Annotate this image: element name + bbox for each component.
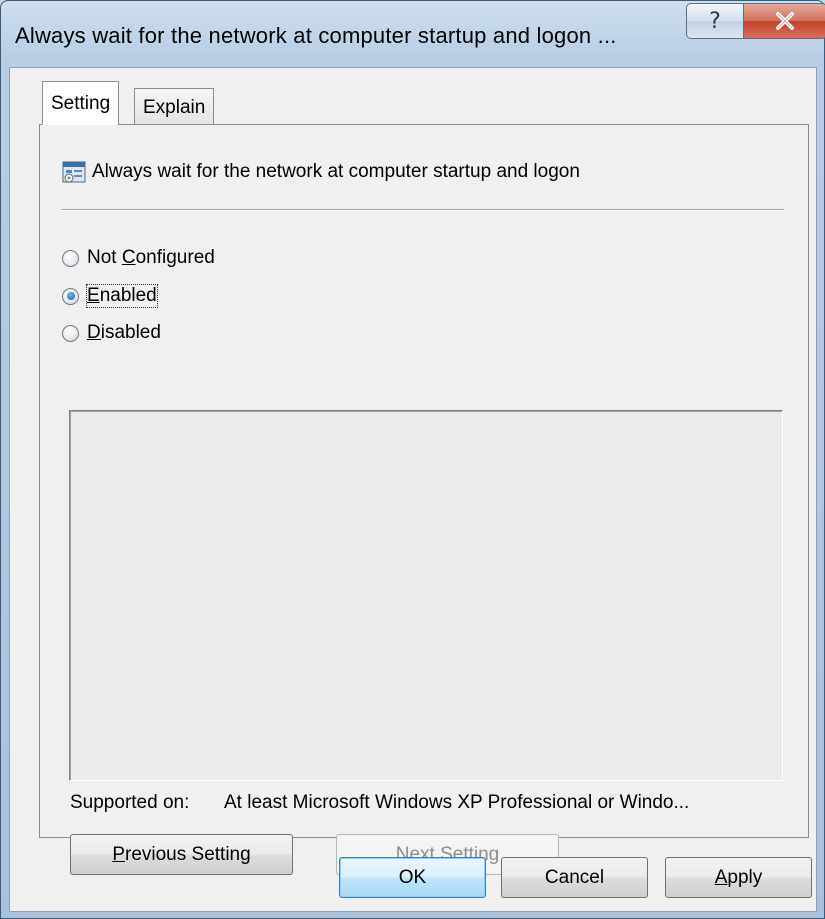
radio-disabled[interactable]: Disabled	[62, 322, 161, 344]
tab-explain-label: Explain	[143, 96, 206, 118]
supported-on-label: Supported on:	[70, 792, 190, 813]
tab-setting[interactable]: Setting	[42, 81, 120, 125]
supported-on-value: At least Microsoft Windows XP Profession…	[224, 792, 690, 813]
dialog-window: Always wait for the network at computer …	[0, 0, 825, 919]
radio-button-unchecked[interactable]	[62, 324, 79, 342]
setting-panel: Always wait for the network at computer …	[39, 124, 809, 875]
supported-on-row: Supported on: At least Microsoft Windows…	[70, 792, 689, 814]
policy-heading-text: Always wait for the network at computer …	[92, 161, 580, 182]
help-icon: ?	[709, 8, 721, 34]
radio-button-checked[interactable]	[62, 287, 79, 305]
radio-not-configured-label: Not Configured	[87, 247, 215, 268]
radio-enabled-label: Enabled	[86, 284, 158, 308]
ok-label: OK	[398, 866, 427, 888]
radio-not-configured[interactable]: Not Configured	[62, 247, 215, 269]
cancel-label: Cancel	[544, 866, 605, 888]
previous-setting-button[interactable]: Previous Setting	[70, 834, 293, 875]
close-icon	[776, 12, 794, 30]
radio-disabled-label: Disabled	[87, 322, 161, 343]
policy-heading: Always wait for the network at computer …	[62, 161, 580, 183]
apply-label: Apply	[714, 866, 763, 888]
cancel-button[interactable]: Cancel	[501, 857, 648, 898]
close-button[interactable]	[743, 3, 825, 39]
options-area	[69, 410, 783, 781]
tab-setting-label: Setting	[51, 92, 111, 114]
policy-setting-icon	[62, 161, 86, 183]
previous-setting-label: Previous Setting	[112, 843, 251, 865]
radio-checked-dot	[66, 292, 75, 300]
window-title: Always wait for the network at computer …	[15, 23, 617, 48]
dialog-client-area: Setting Explain Always wait for the netw…	[9, 67, 817, 912]
help-button[interactable]: ?	[686, 3, 744, 39]
radio-enabled[interactable]: Enabled	[62, 284, 158, 308]
title-bar[interactable]: Always wait for the network at computer …	[1, 1, 825, 67]
tab-explain[interactable]: Explain	[134, 88, 215, 126]
radio-button-unchecked[interactable]	[62, 249, 79, 267]
heading-divider	[62, 209, 784, 211]
apply-button[interactable]: Apply	[665, 857, 812, 898]
ok-button[interactable]: OK	[339, 857, 486, 898]
